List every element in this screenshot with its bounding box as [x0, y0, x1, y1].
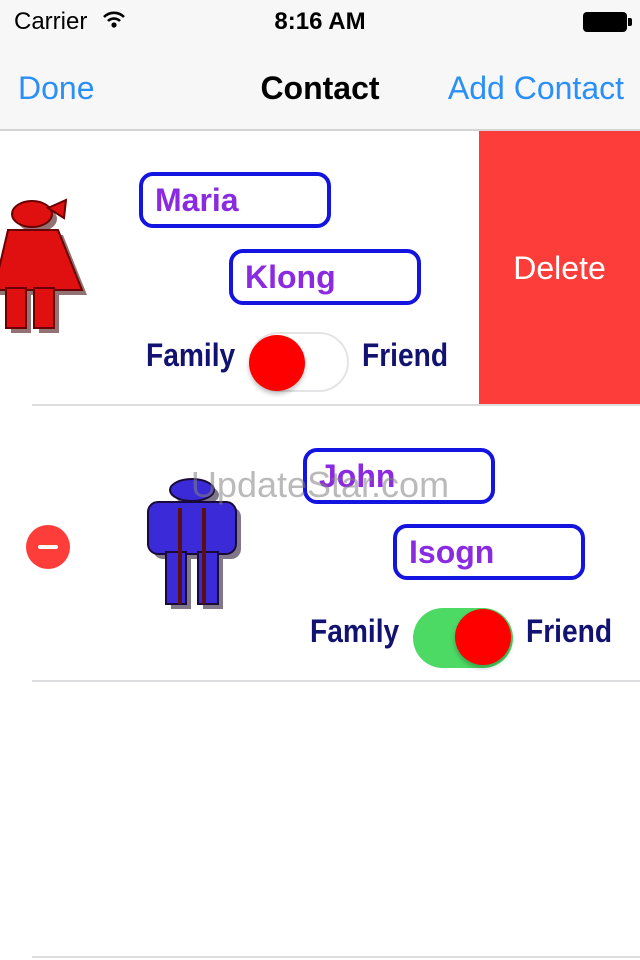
male-person-icon	[147, 478, 241, 609]
status-bar: Carrier 8:16 AM	[0, 0, 640, 44]
family-friend-toggle[interactable]	[249, 332, 349, 392]
friend-label: Friend	[526, 613, 613, 649]
done-button[interactable]: Done	[18, 70, 95, 107]
female-person-icon	[0, 198, 87, 333]
delete-button[interactable]: Delete	[479, 131, 640, 405]
last-name-value: Isogn	[409, 533, 495, 570]
battery-icon	[583, 12, 627, 32]
navigation-bar: Carrier 8:16 AM Done Contact Add Contact	[0, 0, 640, 131]
toggle-knob	[455, 609, 511, 665]
family-label: Family	[310, 613, 400, 649]
first-name-value: Maria	[155, 181, 239, 218]
friend-label: Friend	[362, 337, 449, 373]
row-separator	[32, 956, 640, 958]
first-name-field[interactable]: Maria	[139, 172, 331, 228]
first-name-field[interactable]: John	[303, 448, 495, 504]
family-label: Family	[146, 337, 236, 373]
last-name-value: Klong	[245, 258, 336, 295]
toggle-knob	[249, 335, 305, 391]
first-name-value: John	[319, 457, 396, 494]
last-name-field[interactable]: Isogn	[393, 524, 585, 580]
last-name-field[interactable]: Klong	[229, 249, 421, 305]
battery-tip	[628, 18, 632, 26]
family-friend-toggle[interactable]	[413, 608, 513, 668]
delete-label: Delete	[513, 249, 606, 286]
row-separator	[32, 680, 640, 682]
delete-row-minus-icon[interactable]	[26, 525, 70, 569]
clock: 8:16 AM	[274, 8, 366, 35]
add-contact-button[interactable]: Add Contact	[448, 70, 624, 107]
